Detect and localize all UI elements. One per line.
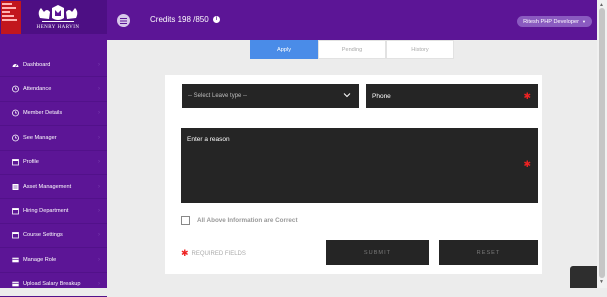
- card-icon: [12, 281, 19, 288]
- sidebar-item-label: Manage Role: [23, 256, 57, 263]
- hamburger-icon: [120, 17, 127, 24]
- phone-placeholder: Phone: [372, 92, 391, 100]
- reset-button[interactable]: RESET: [439, 240, 538, 265]
- menu-toggle-button[interactable]: [117, 14, 130, 27]
- list-icon: [12, 183, 19, 190]
- tab-apply[interactable]: Apply: [250, 40, 318, 59]
- caret-down-icon: ▼: [581, 19, 586, 24]
- clock-icon: [12, 134, 19, 142]
- sidebar-item-member-details[interactable]: Member Details ›: [0, 102, 107, 127]
- card-icon: [12, 256, 19, 263]
- scroll-down-icon[interactable]: ▼: [599, 279, 604, 285]
- certification-badge: [1, 1, 21, 34]
- sidebar-item-label: Asset Management: [23, 183, 72, 190]
- chevron-right-icon: ›: [98, 183, 100, 190]
- sidebar-item-label: Member Details: [23, 110, 63, 117]
- leave-form-card: -- Select Leave type -- Phone ✱ Enter a …: [165, 75, 542, 274]
- phone-field[interactable]: Phone ✱: [366, 84, 538, 108]
- required-star-icon: ✱: [181, 248, 189, 258]
- sidebar: HENRY HARVIN Dashboard › Attendance › Me…: [0, 0, 107, 297]
- clock-icon: [12, 110, 19, 117]
- required-fields-note: ✱ REQUIRED FIELDS: [181, 248, 246, 259]
- confirm-checkbox[interactable]: [181, 216, 190, 225]
- calendar-icon: [12, 159, 19, 166]
- chevron-right-icon: ›: [98, 208, 100, 215]
- sidebar-item-manage-role[interactable]: Manage Role ›: [0, 248, 107, 273]
- sidebar-item-upload-salary-breakup[interactable]: Upload Salary Breakup ›: [0, 273, 107, 297]
- confirm-label: All Above Information are Correct: [197, 217, 298, 224]
- clock-icon: [12, 85, 19, 93]
- required-fields-text: REQUIRED FIELDS: [191, 250, 246, 257]
- top-bar: Credits 198 /850 i Ritesh PHP Developer …: [107, 0, 597, 40]
- calendar-icon: [12, 208, 19, 215]
- scrollbar-thumb[interactable]: [599, 8, 605, 278]
- submit-button[interactable]: SUBMIT: [326, 240, 429, 265]
- sidebar-item-see-manager[interactable]: See Manager ›: [0, 126, 107, 151]
- sidebar-item-label: Hiring Department: [23, 208, 69, 215]
- reason-textarea[interactable]: Enter a reason ✱: [181, 128, 538, 203]
- user-name: Ritesh PHP Developer: [523, 18, 579, 25]
- sidebar-item-profile[interactable]: Profile ›: [0, 151, 107, 175]
- sidebar-item-asset-management[interactable]: Asset Management ›: [0, 175, 107, 200]
- calendar-icon: [12, 232, 19, 239]
- chevron-right-icon: ›: [98, 61, 100, 68]
- sidebar-item-course-settings[interactable]: Course Settings ›: [0, 224, 107, 249]
- leave-type-select[interactable]: -- Select Leave type --: [182, 84, 359, 108]
- sidebar-item-label: See Manager: [23, 134, 57, 141]
- info-icon[interactable]: i: [212, 16, 220, 24]
- credits-display: Credits 198 /850 i: [150, 15, 220, 24]
- logo-area: HENRY HARVIN: [0, 0, 107, 34]
- tab-pending[interactable]: Pending: [318, 40, 386, 59]
- leave-tabs: Apply Pending History: [250, 40, 454, 59]
- reason-placeholder: Enter a reason: [187, 136, 230, 143]
- tab-history[interactable]: History: [386, 40, 454, 59]
- sidebar-item-label: Course Settings: [23, 232, 63, 239]
- logo-text: HENRY HARVIN: [36, 25, 79, 30]
- tachometer-icon: [12, 61, 19, 68]
- chevron-right-icon: ›: [98, 110, 100, 117]
- sidebar-item-label: Upload Salary Breakup: [23, 281, 81, 288]
- leave-type-value: -- Select Leave type --: [188, 93, 248, 99]
- chat-widget[interactable]: [570, 266, 597, 288]
- sidebar-nav: Dashboard › Attendance › Member Details …: [0, 53, 107, 297]
- chevron-right-icon: ›: [98, 232, 100, 239]
- sidebar-item-label: Profile: [23, 159, 39, 166]
- required-star-icon: ✱: [523, 91, 531, 101]
- chevron-right-icon: ›: [98, 281, 100, 288]
- chevron-down-icon: [343, 93, 351, 98]
- chevron-right-icon: ›: [98, 134, 100, 141]
- henry-harvin-logo[interactable]: HENRY HARVIN: [28, 4, 88, 30]
- chevron-right-icon: ›: [98, 256, 100, 263]
- chevron-right-icon: ›: [98, 159, 100, 166]
- sidebar-item-label: Dashboard: [23, 61, 51, 68]
- sidebar-item-attendance[interactable]: Attendance ›: [0, 77, 107, 102]
- sidebar-item-hiring-department[interactable]: Hiring Department ›: [0, 199, 107, 224]
- sidebar-item-dashboard[interactable]: Dashboard ›: [0, 53, 107, 78]
- sidebar-item-label: Attendance: [23, 86, 52, 93]
- required-star-icon: ✱: [523, 159, 531, 169]
- user-menu-button[interactable]: Ritesh PHP Developer ▼: [517, 16, 592, 27]
- scrollbar[interactable]: ▲ ▼: [597, 0, 607, 288]
- credits-text: Credits 198 /850: [150, 15, 209, 24]
- confirm-row: All Above Information are Correct: [181, 216, 298, 225]
- chevron-right-icon: ›: [98, 86, 100, 93]
